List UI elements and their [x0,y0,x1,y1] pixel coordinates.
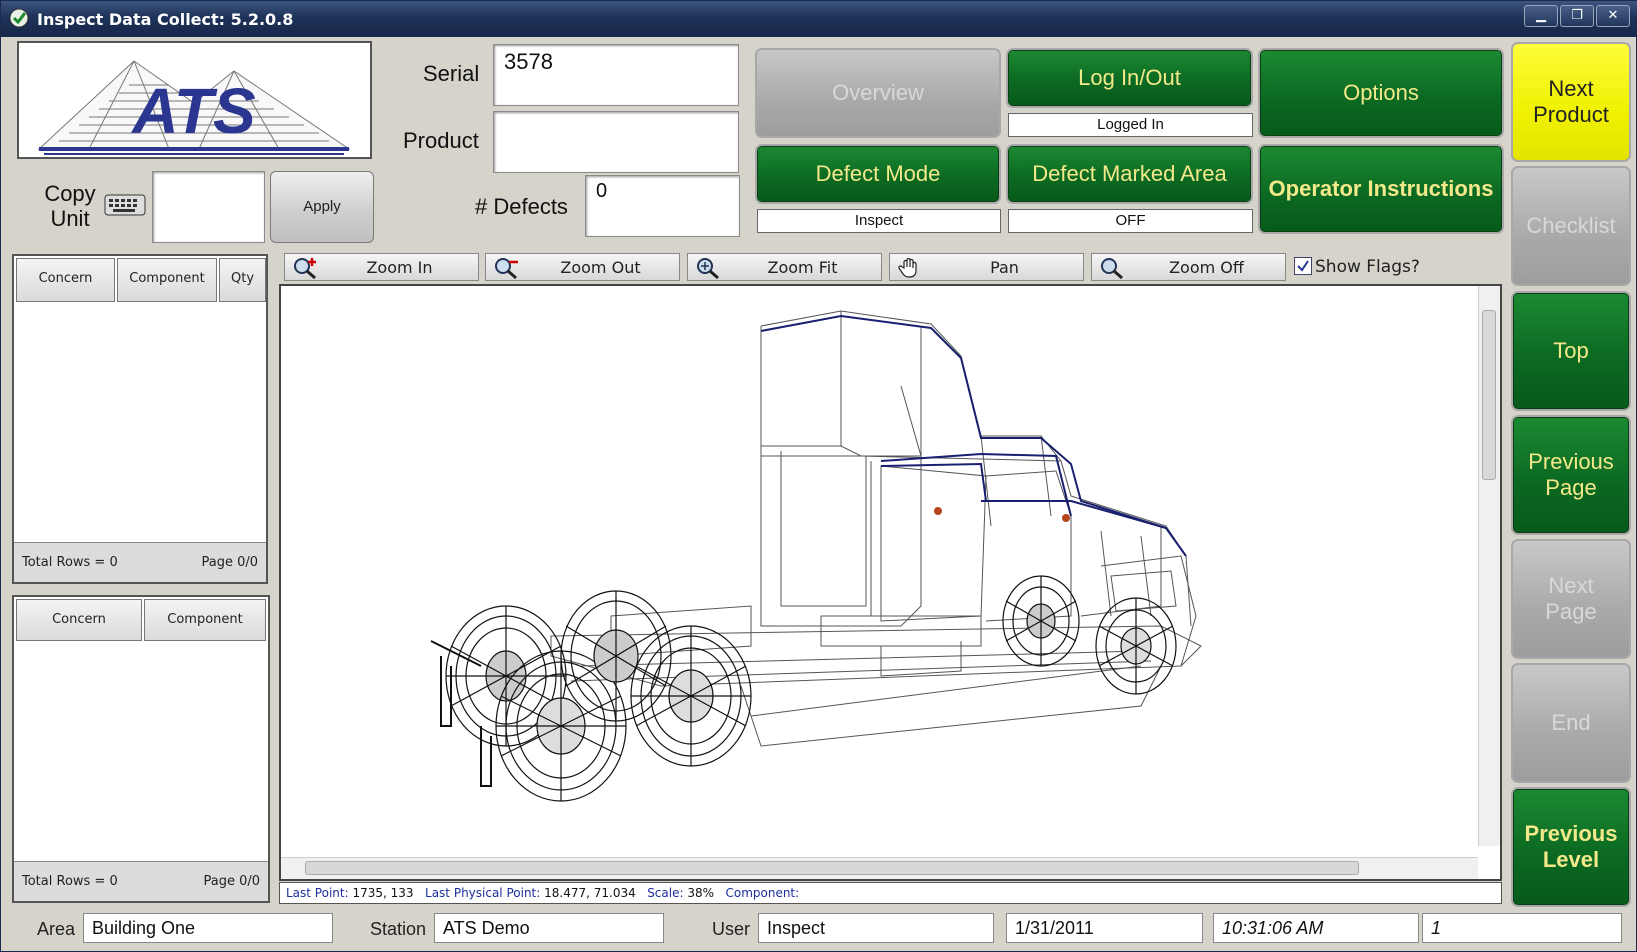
options-button[interactable]: Options [1258,48,1504,138]
last-point-value: 1735, 133 [352,886,414,900]
serial-field[interactable]: 3578 [493,44,739,106]
front-wheel-2 [1095,597,1177,695]
column-component[interactable]: Component [144,599,266,641]
login-button[interactable]: Log In/Out [1006,48,1253,108]
serial-label: Serial [423,61,480,86]
vertical-scrollbar[interactable] [1478,286,1500,846]
zoom-in-button[interactable]: Zoom In [284,253,479,281]
hand-pan-icon [898,257,917,278]
window-title: Inspect Data Collect: 5.2.0.8 [37,10,294,29]
column-concern[interactable]: Concern [16,258,115,302]
copy-unit-label: Copy Unit [44,181,96,231]
checklist-button[interactable]: Checklist [1511,166,1631,286]
total-rows: Total Rows = 0 [22,874,118,889]
defects-field: 0 [585,175,740,237]
show-flags-label: Show Flags? [1315,257,1420,277]
ats-logo-graphic: ATS [37,60,351,155]
column-component[interactable]: Component [117,258,217,302]
front-wheel-1 [1002,575,1080,667]
operator-instructions-button[interactable]: Operator Instructions [1258,144,1504,234]
logo-text: ATS [130,75,256,147]
page-count: Page 0/0 [203,874,260,889]
defects-table: Concern Component Qty Total Rows = 0 Pag… [12,254,268,584]
product-label: Product [403,128,479,153]
zoom-in-icon [294,258,316,280]
keyboard-icon[interactable] [104,194,146,216]
total-rows: Total Rows = 0 [22,555,118,570]
area-field: Building One [83,913,333,943]
close-button[interactable]: ✕ [1596,5,1630,27]
defect-marked-area-button[interactable]: Defect Marked Area [1006,144,1253,204]
top-button[interactable]: Top [1511,291,1631,411]
previous-page-button[interactable]: Previous Page [1511,415,1631,535]
horizontal-scrollbar[interactable] [281,857,1478,879]
scale-value: 38% [687,886,715,900]
login-status: Logged In [1008,113,1253,137]
station-field: ATS Demo [434,913,664,943]
next-product-button[interactable]: Next Product [1511,42,1631,162]
rear-wheel-3 [560,590,672,722]
scroll-thumb[interactable] [305,861,1359,875]
area-label: Area [37,919,76,939]
zoom-off-button[interactable]: Zoom Off [1091,253,1286,281]
defects-label: # Defects [475,194,568,219]
table-footer: Total Rows = 0 Page 0/0 [14,861,268,901]
copy-unit-field[interactable] [152,171,265,243]
maximize-button[interactable]: ❐ [1560,5,1594,27]
table-footer: Total Rows = 0 Page 0/0 [14,542,266,582]
zoom-off-icon [1101,258,1123,280]
show-flags-checkbox[interactable] [1294,257,1312,275]
previous-level-button[interactable]: Previous Level [1511,787,1631,907]
end-button[interactable]: End [1511,663,1631,783]
concerns-table: Concern Component Total Rows = 0 Page 0/… [12,595,270,903]
zoom-out-button[interactable]: Zoom Out [485,253,680,281]
product-field[interactable] [493,111,739,173]
zoom-fit-icon [697,258,719,280]
apply-button[interactable]: Apply [270,171,374,243]
minimize-button[interactable]: ▁ [1524,5,1558,27]
next-page-button[interactable]: Next Page [1511,539,1631,659]
station-label: Station [370,919,427,939]
app-window: Inspect Data Collect: 5.2.0.8 ▁ ❐ ✕ ATS … [0,0,1637,952]
ats-logo: ATS [17,41,372,159]
defect-marked-area-status: OFF [1008,209,1253,233]
overview-button[interactable]: Overview [755,48,1001,138]
column-qty[interactable]: Qty [219,258,266,302]
truck-3d-viewer[interactable] [279,284,1502,881]
column-concern[interactable]: Concern [16,599,142,641]
truck-wireframe[interactable] [281,286,1480,859]
defect-mode-button[interactable]: Defect Mode [755,144,1001,204]
time-field: 10:31:06 AM [1213,913,1419,943]
count-field: 1 [1422,913,1622,943]
check-icon [1297,260,1309,272]
last-physical-value: 18.477, 71.034 [544,886,636,900]
pan-button[interactable]: Pan [889,253,1084,281]
title-bar: Inspect Data Collect: 5.2.0.8 ▁ ❐ ✕ [1,1,1637,37]
date-field: 1/31/2011 [1006,913,1203,943]
zoom-fit-button[interactable]: Zoom Fit [687,253,882,281]
check-app-icon [9,8,29,28]
user-field: Inspect [758,913,994,943]
user-label: User [712,919,751,939]
scroll-thumb[interactable] [1482,310,1496,480]
zoom-out-icon [495,258,518,280]
defect-mode-status: Inspect [757,209,1001,233]
point-info-bar: Last Point: 1735, 133 Last Physical Poin… [279,882,1502,904]
page-count: Page 0/0 [201,555,258,570]
